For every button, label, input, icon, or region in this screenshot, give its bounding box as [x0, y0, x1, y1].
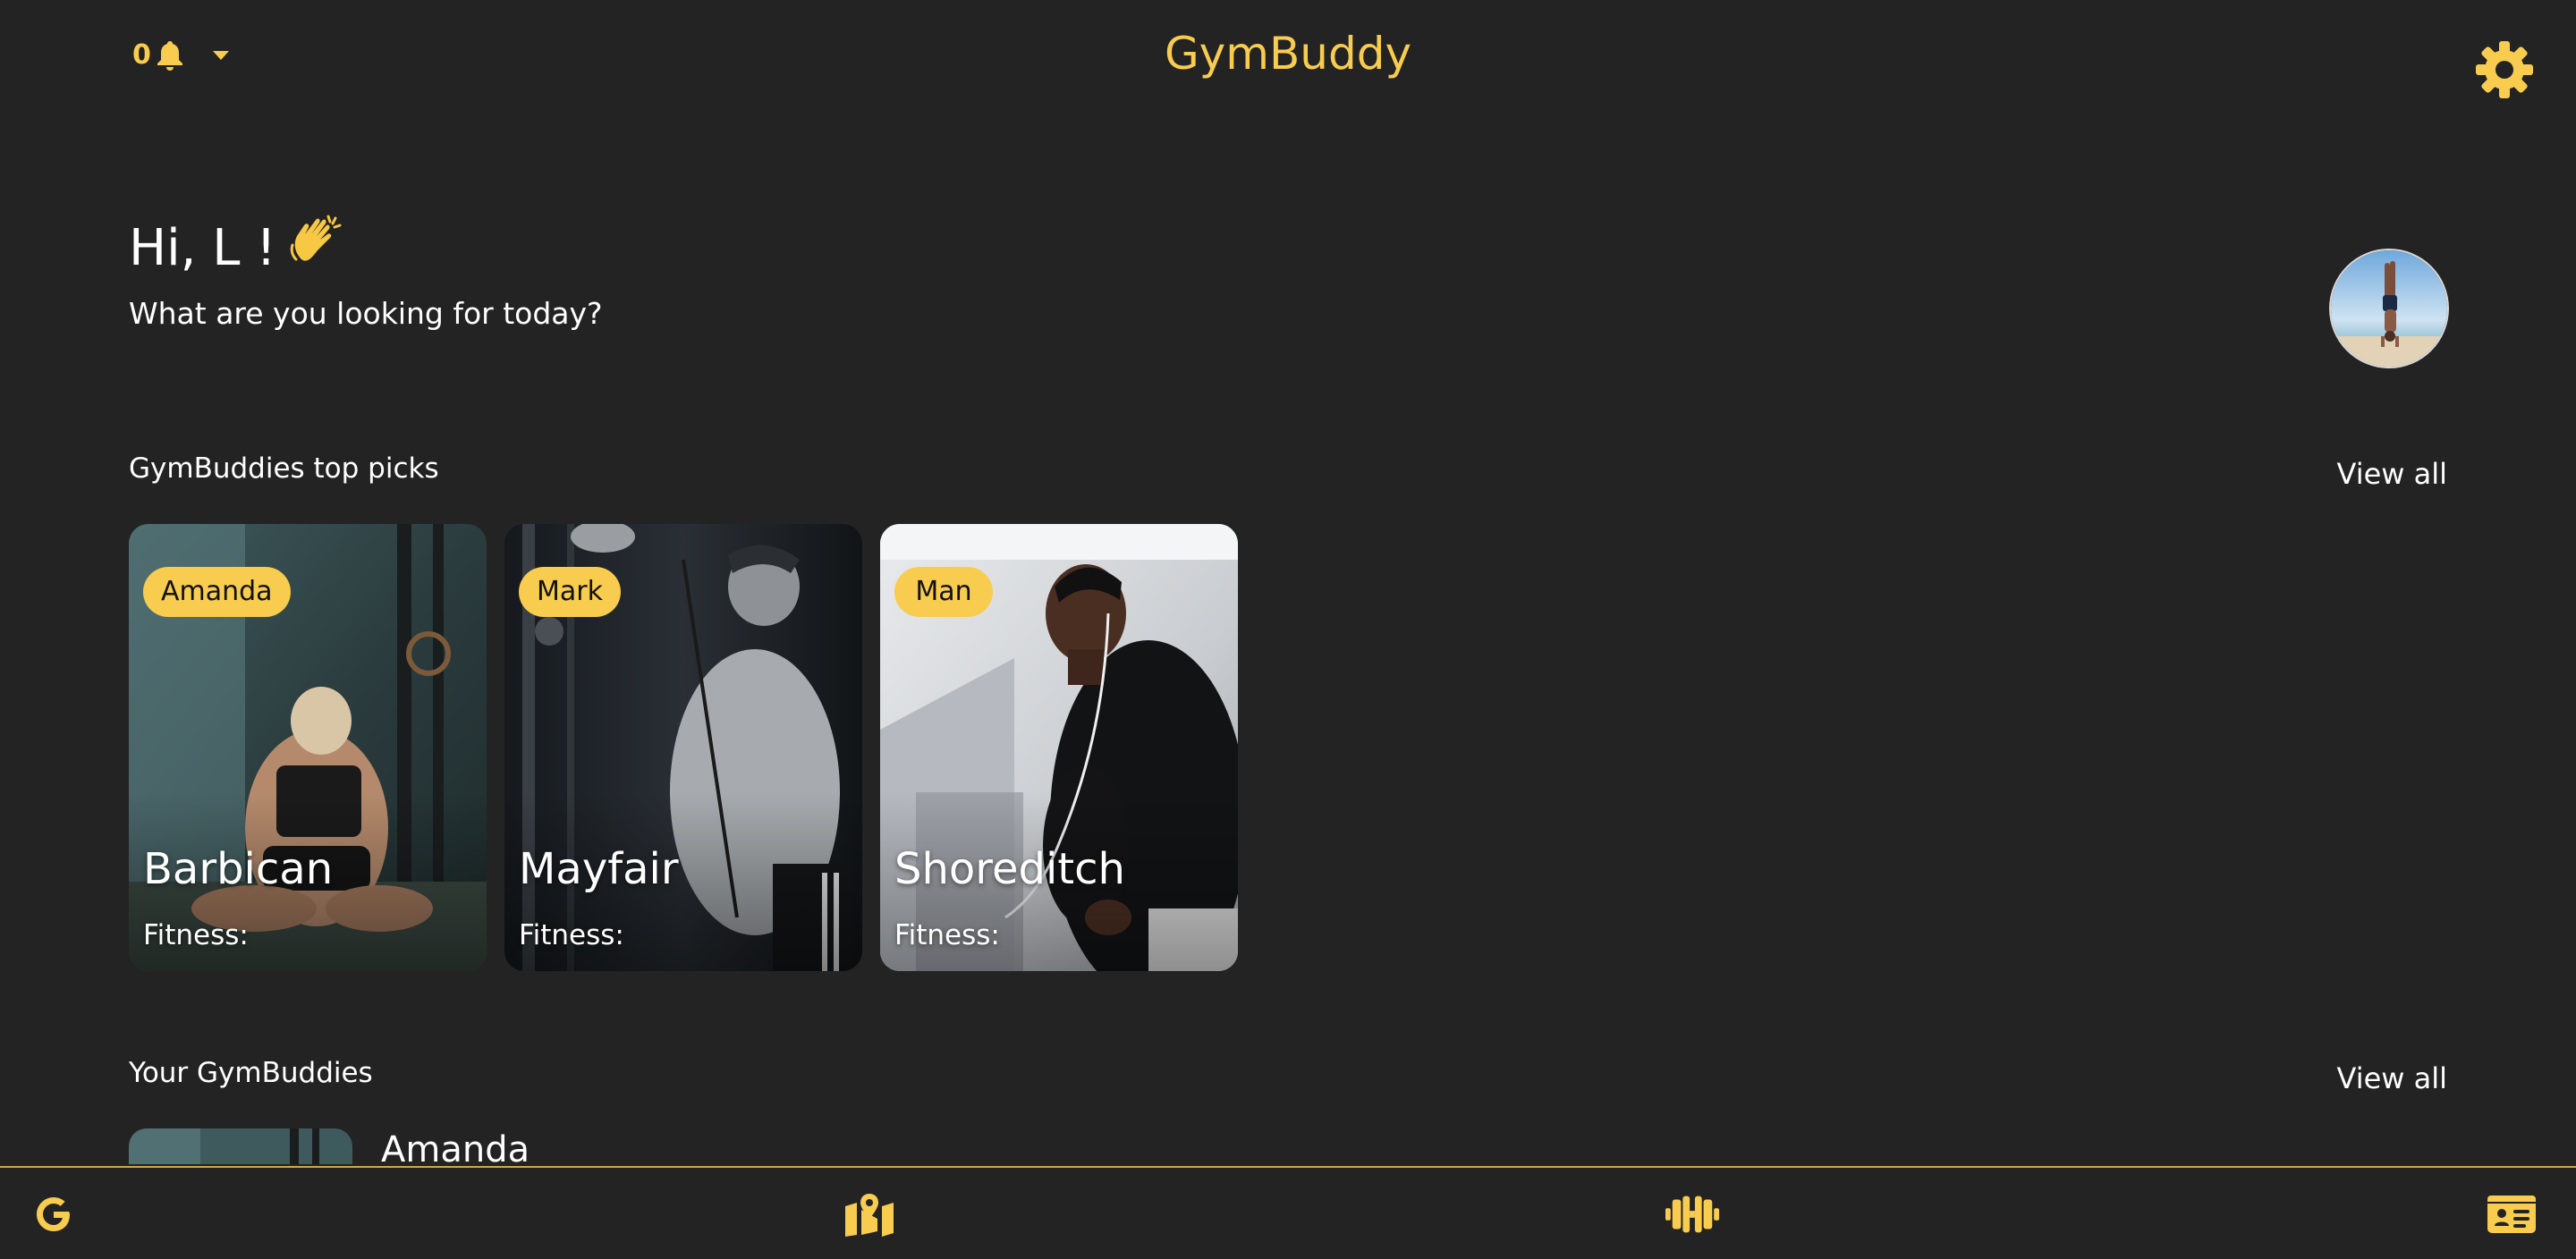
- buddy-fitness-label: Fitness:: [143, 919, 249, 951]
- buddy-location: Barbican: [143, 844, 334, 894]
- greeting-heading: Hi, L !: [129, 213, 344, 284]
- buddy-fitness-label: Fitness:: [894, 919, 1000, 951]
- greeting-text: Hi, L !: [129, 219, 276, 277]
- buddy-name-badge: Mark: [519, 567, 621, 617]
- nav-map-button[interactable]: [843, 1187, 896, 1241]
- top-picks-title: GymBuddies top picks: [129, 452, 439, 485]
- greeting-subtitle: What are you looking for today?: [129, 296, 603, 331]
- top-picks-view-all-link[interactable]: View all: [2337, 454, 2448, 494]
- nav-workouts-button[interactable]: [1665, 1187, 1719, 1241]
- buddy-list-thumbnail[interactable]: [129, 1128, 352, 1164]
- map-location-icon: [845, 1194, 894, 1237]
- buddy-location: Shoreditch: [894, 844, 1125, 894]
- app-title: GymBuddy: [1164, 28, 1412, 80]
- your-buddies-view-all-link[interactable]: View all: [2337, 1059, 2448, 1098]
- nav-profile-button[interactable]: [2485, 1187, 2538, 1241]
- buddy-name-badge: Man: [894, 567, 993, 617]
- your-buddies-title: Your GymBuddies: [129, 1057, 373, 1089]
- buddy-card[interactable]: Man Shoreditch Fitness:: [880, 524, 1238, 971]
- buddy-card[interactable]: Amanda Barbican Fitness:: [129, 524, 487, 971]
- buddy-list-photo: [129, 1128, 352, 1164]
- bottom-nav: [0, 1166, 2576, 1259]
- buddy-location: Mayfair: [519, 844, 679, 894]
- gear-icon[interactable]: [2474, 39, 2535, 100]
- buddy-name-badge: Amanda: [143, 567, 291, 617]
- buddy-card[interactable]: Mark Mayfair Fitness:: [504, 524, 862, 971]
- app-screen: 0 GymBuddy Hi, L ! What are you looking …: [0, 0, 2576, 1259]
- avatar[interactable]: [2331, 250, 2447, 367]
- google-g-icon: [37, 1197, 70, 1231]
- dumbbell-icon: [1665, 1196, 1719, 1233]
- buddy-fitness-label: Fitness:: [519, 919, 624, 951]
- id-card-icon: [2487, 1196, 2536, 1233]
- waving-hand-icon: [289, 213, 344, 284]
- avatar-photo: [2331, 250, 2447, 367]
- top-picks-carousel: Amanda Barbican Fitness: Mark Mayfair Fi…: [129, 524, 1238, 971]
- nav-home-button[interactable]: [27, 1187, 80, 1241]
- top-bar: 0 GymBuddy: [0, 0, 2576, 107]
